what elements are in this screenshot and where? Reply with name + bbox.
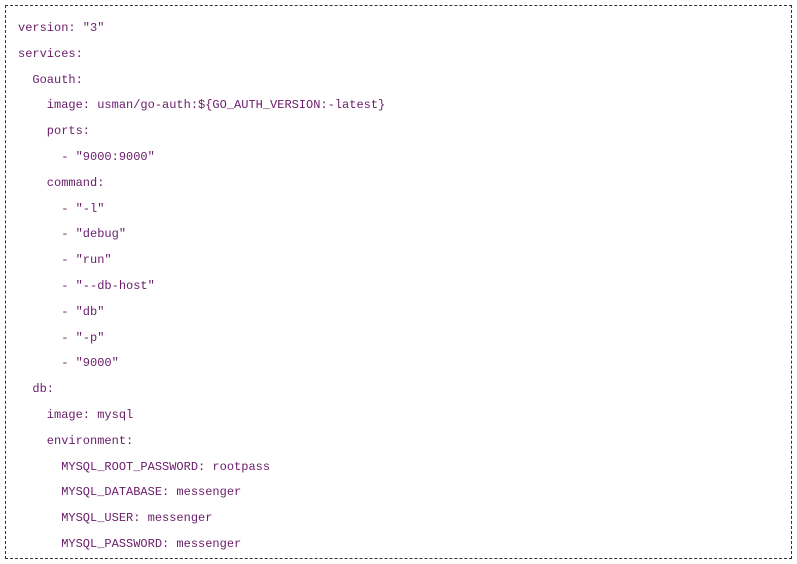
code-line: - "--db-host" xyxy=(18,274,779,300)
code-line: command: xyxy=(18,171,779,197)
code-line: Goauth: xyxy=(18,68,779,94)
code-line: - "9000:9000" xyxy=(18,145,779,171)
code-line: version: "3" xyxy=(18,16,779,42)
code-line: ports: xyxy=(18,119,779,145)
code-line: - "run" xyxy=(18,248,779,274)
code-line: - "-p" xyxy=(18,326,779,352)
code-line: - "debug" xyxy=(18,222,779,248)
code-line: - "db" xyxy=(18,300,779,326)
code-line: services: xyxy=(18,42,779,68)
code-line: - "9000" xyxy=(18,351,779,377)
code-line: MYSQL_USER: messenger xyxy=(18,506,779,532)
yaml-code-block: version: "3"services: Goauth: image: usm… xyxy=(5,5,792,559)
code-line: MYSQL_PASSWORD: messenger xyxy=(18,532,779,558)
code-line: MYSQL_ROOT_PASSWORD: rootpass xyxy=(18,455,779,481)
code-line: image: mysql xyxy=(18,403,779,429)
code-line: image: usman/go-auth:${GO_AUTH_VERSION:-… xyxy=(18,93,779,119)
code-line: - "-l" xyxy=(18,197,779,223)
code-line: db: xyxy=(18,377,779,403)
code-line: environment: xyxy=(18,429,779,455)
code-line: MYSQL_DATABASE: messenger xyxy=(18,480,779,506)
